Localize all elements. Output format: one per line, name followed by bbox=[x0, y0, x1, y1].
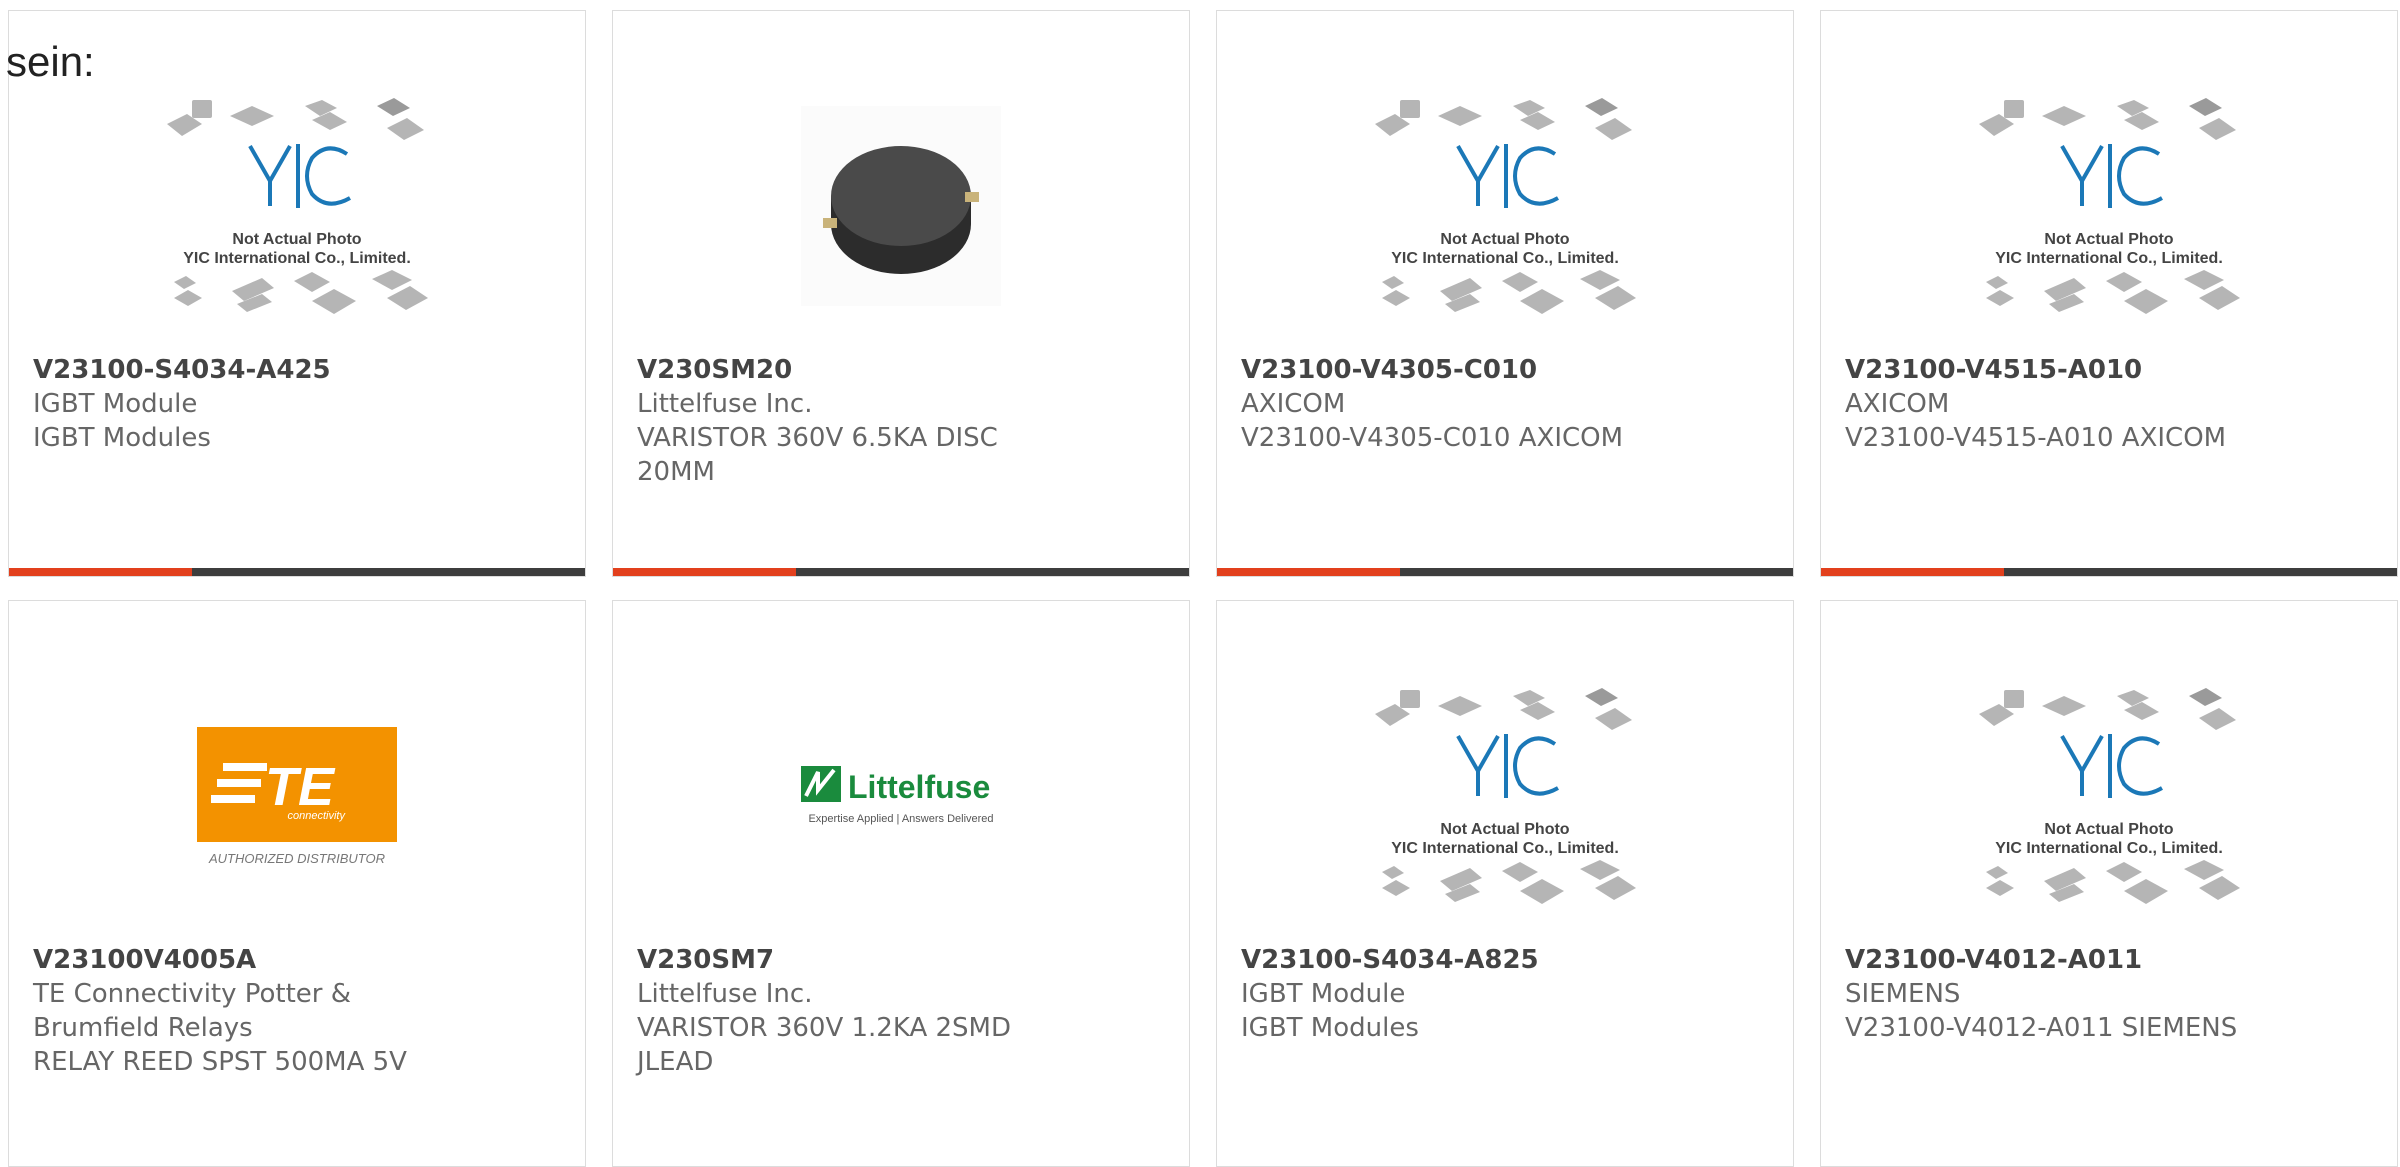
product-info: V230SM20 Littelfuse Inc. VARISTOR 360V 6… bbox=[637, 353, 1057, 489]
product-line: IGBT Module bbox=[33, 389, 198, 419]
svg-text:Expertise Applied | Answers De: Expertise Applied | Answers Delivered bbox=[808, 813, 993, 825]
product-info: V230SM7 Littelfuse Inc. VARISTOR 360V 1.… bbox=[637, 943, 1057, 1079]
product-info: V23100-S4034-A825 IGBT Module IGBT Modul… bbox=[1241, 943, 1661, 1045]
not-actual-photo-placeholder-icon: Not Actual Photo YIC International Co., … bbox=[1375, 98, 1636, 314]
not-actual-photo-placeholder-icon: Not Actual Photo YIC International Co., … bbox=[1979, 98, 2240, 314]
product-info: V23100-S4034-A425 IGBT Module IGBT Modul… bbox=[33, 353, 453, 455]
part-number-link[interactable]: V230SM20 bbox=[637, 353, 1057, 387]
product-info: V23100-V4012-A011 SIEMENS V23100-V4012-A… bbox=[1845, 943, 2265, 1045]
svg-text:TE: TE bbox=[265, 757, 336, 817]
svg-text:YIC International Co., Limited: YIC International Co., Limited. bbox=[1995, 250, 2223, 267]
product-line: AXICOM bbox=[1845, 389, 1950, 419]
svg-text:YIC International Co., Limited: YIC International Co., Limited. bbox=[183, 250, 411, 267]
product-line: TE Connectivity Potter & bbox=[33, 979, 352, 1009]
product-image[interactable]: TE connectivity AUTHORIZED DISTRIBUTOR bbox=[9, 651, 585, 941]
product-card[interactable]: Not Actual Photo YIC International Co., … bbox=[1216, 10, 1794, 577]
product-image[interactable]: Not Actual Photo YIC International Co., … bbox=[1821, 61, 2397, 351]
product-line: V23100-V4305-C010 AXICOM bbox=[1241, 423, 1624, 453]
product-card[interactable]: Littelfuse Expertise Applied | Answers D… bbox=[612, 600, 1190, 1167]
product-card[interactable]: Not Actual Photo YIC International Co., … bbox=[8, 10, 586, 577]
part-number-link[interactable]: V23100V4005A bbox=[33, 943, 453, 977]
product-line: RELAY REED SPST 500MA 5V bbox=[33, 1047, 407, 1077]
product-image[interactable]: Littelfuse Expertise Applied | Answers D… bbox=[613, 651, 1189, 941]
part-number-link[interactable]: V23100-V4305-C010 bbox=[1241, 353, 1661, 387]
svg-text:Not Actual Photo: Not Actual Photo bbox=[2044, 231, 2173, 248]
svg-text:YIC International Co., Limited: YIC International Co., Limited. bbox=[1995, 840, 2223, 857]
card-bottom-bar bbox=[1821, 568, 2397, 576]
part-number-link[interactable]: V23100-S4034-A825 bbox=[1241, 943, 1661, 977]
te-connectivity-logo: TE connectivity AUTHORIZED DISTRIBUTOR bbox=[197, 727, 397, 866]
product-line: VARISTOR 360V 1.2KA 2SMD bbox=[637, 1013, 1011, 1043]
svg-text:AUTHORIZED DISTRIBUTOR: AUTHORIZED DISTRIBUTOR bbox=[208, 851, 385, 866]
svg-text:Not Actual Photo: Not Actual Photo bbox=[2044, 821, 2173, 838]
product-line: V23100-V4515-A010 AXICOM bbox=[1845, 423, 2227, 453]
product-line: IGBT Modules bbox=[33, 423, 211, 453]
svg-text:Not Actual Photo: Not Actual Photo bbox=[232, 231, 361, 248]
product-line: IGBT Module bbox=[1241, 979, 1406, 1009]
product-line: SIEMENS bbox=[1845, 979, 1961, 1009]
product-line: Littelfuse Inc. bbox=[637, 389, 813, 419]
part-number-link[interactable]: V23100-S4034-A425 bbox=[33, 353, 453, 387]
product-image[interactable]: Not Actual Photo YIC International Co., … bbox=[1217, 61, 1793, 351]
product-image[interactable]: Not Actual Photo YIC International Co., … bbox=[1821, 651, 2397, 941]
part-number-link[interactable]: V23100-V4012-A011 bbox=[1845, 943, 2265, 977]
product-line: IGBT Modules bbox=[1241, 1013, 1419, 1043]
not-actual-photo-placeholder-icon: Not Actual Photo YIC International Co., … bbox=[167, 98, 428, 314]
product-image[interactable] bbox=[613, 61, 1189, 351]
product-line: JLEAD bbox=[637, 1047, 714, 1077]
svg-text:Littelfuse: Littelfuse bbox=[848, 769, 990, 805]
product-line: Littelfuse Inc. bbox=[637, 979, 813, 1009]
product-line: V23100-V4012-A011 SIEMENS bbox=[1845, 1013, 2238, 1043]
product-line: 20MM bbox=[637, 457, 715, 487]
product-line: Brumfield Relays bbox=[33, 1013, 253, 1043]
page-heading: sein: bbox=[6, 38, 95, 85]
card-bottom-bar bbox=[9, 568, 585, 576]
product-line: VARISTOR 360V 6.5KA DISC bbox=[637, 423, 998, 453]
svg-text:Not Actual Photo: Not Actual Photo bbox=[1440, 231, 1569, 248]
svg-text:YIC International Co., Limited: YIC International Co., Limited. bbox=[1391, 840, 1619, 857]
varistor-disc-icon bbox=[801, 106, 1001, 306]
product-image[interactable]: Not Actual Photo YIC International Co., … bbox=[9, 61, 585, 351]
part-number-link[interactable]: V23100-V4515-A010 bbox=[1845, 353, 2265, 387]
product-card[interactable]: Not Actual Photo YIC International Co., … bbox=[1216, 600, 1794, 1167]
product-card[interactable]: Not Actual Photo YIC International Co., … bbox=[1820, 10, 2398, 577]
product-info: V23100V4005A TE Connectivity Potter & Br… bbox=[33, 943, 453, 1079]
card-bottom-bar bbox=[1217, 568, 1793, 576]
product-image[interactable]: Not Actual Photo YIC International Co., … bbox=[1217, 651, 1793, 941]
product-card[interactable]: TE connectivity AUTHORIZED DISTRIBUTOR V… bbox=[8, 600, 586, 1167]
product-card[interactable]: V230SM20 Littelfuse Inc. VARISTOR 360V 6… bbox=[612, 10, 1190, 577]
product-card[interactable]: Not Actual Photo YIC International Co., … bbox=[1820, 600, 2398, 1167]
card-bottom-bar bbox=[613, 568, 1189, 576]
product-info: V23100-V4515-A010 AXICOM V23100-V4515-A0… bbox=[1845, 353, 2265, 455]
littelfuse-logo: Littelfuse Expertise Applied | Answers D… bbox=[801, 766, 994, 825]
svg-text:YIC International Co., Limited: YIC International Co., Limited. bbox=[1391, 250, 1619, 267]
not-actual-photo-placeholder-icon: Not Actual Photo YIC International Co., … bbox=[1979, 688, 2240, 904]
part-number-link[interactable]: V230SM7 bbox=[637, 943, 1057, 977]
svg-text:Not Actual Photo: Not Actual Photo bbox=[1440, 821, 1569, 838]
product-line: AXICOM bbox=[1241, 389, 1346, 419]
svg-text:connectivity: connectivity bbox=[288, 810, 347, 822]
not-actual-photo-placeholder-icon: Not Actual Photo YIC International Co., … bbox=[1375, 688, 1636, 904]
product-info: V23100-V4305-C010 AXICOM V23100-V4305-C0… bbox=[1241, 353, 1661, 455]
